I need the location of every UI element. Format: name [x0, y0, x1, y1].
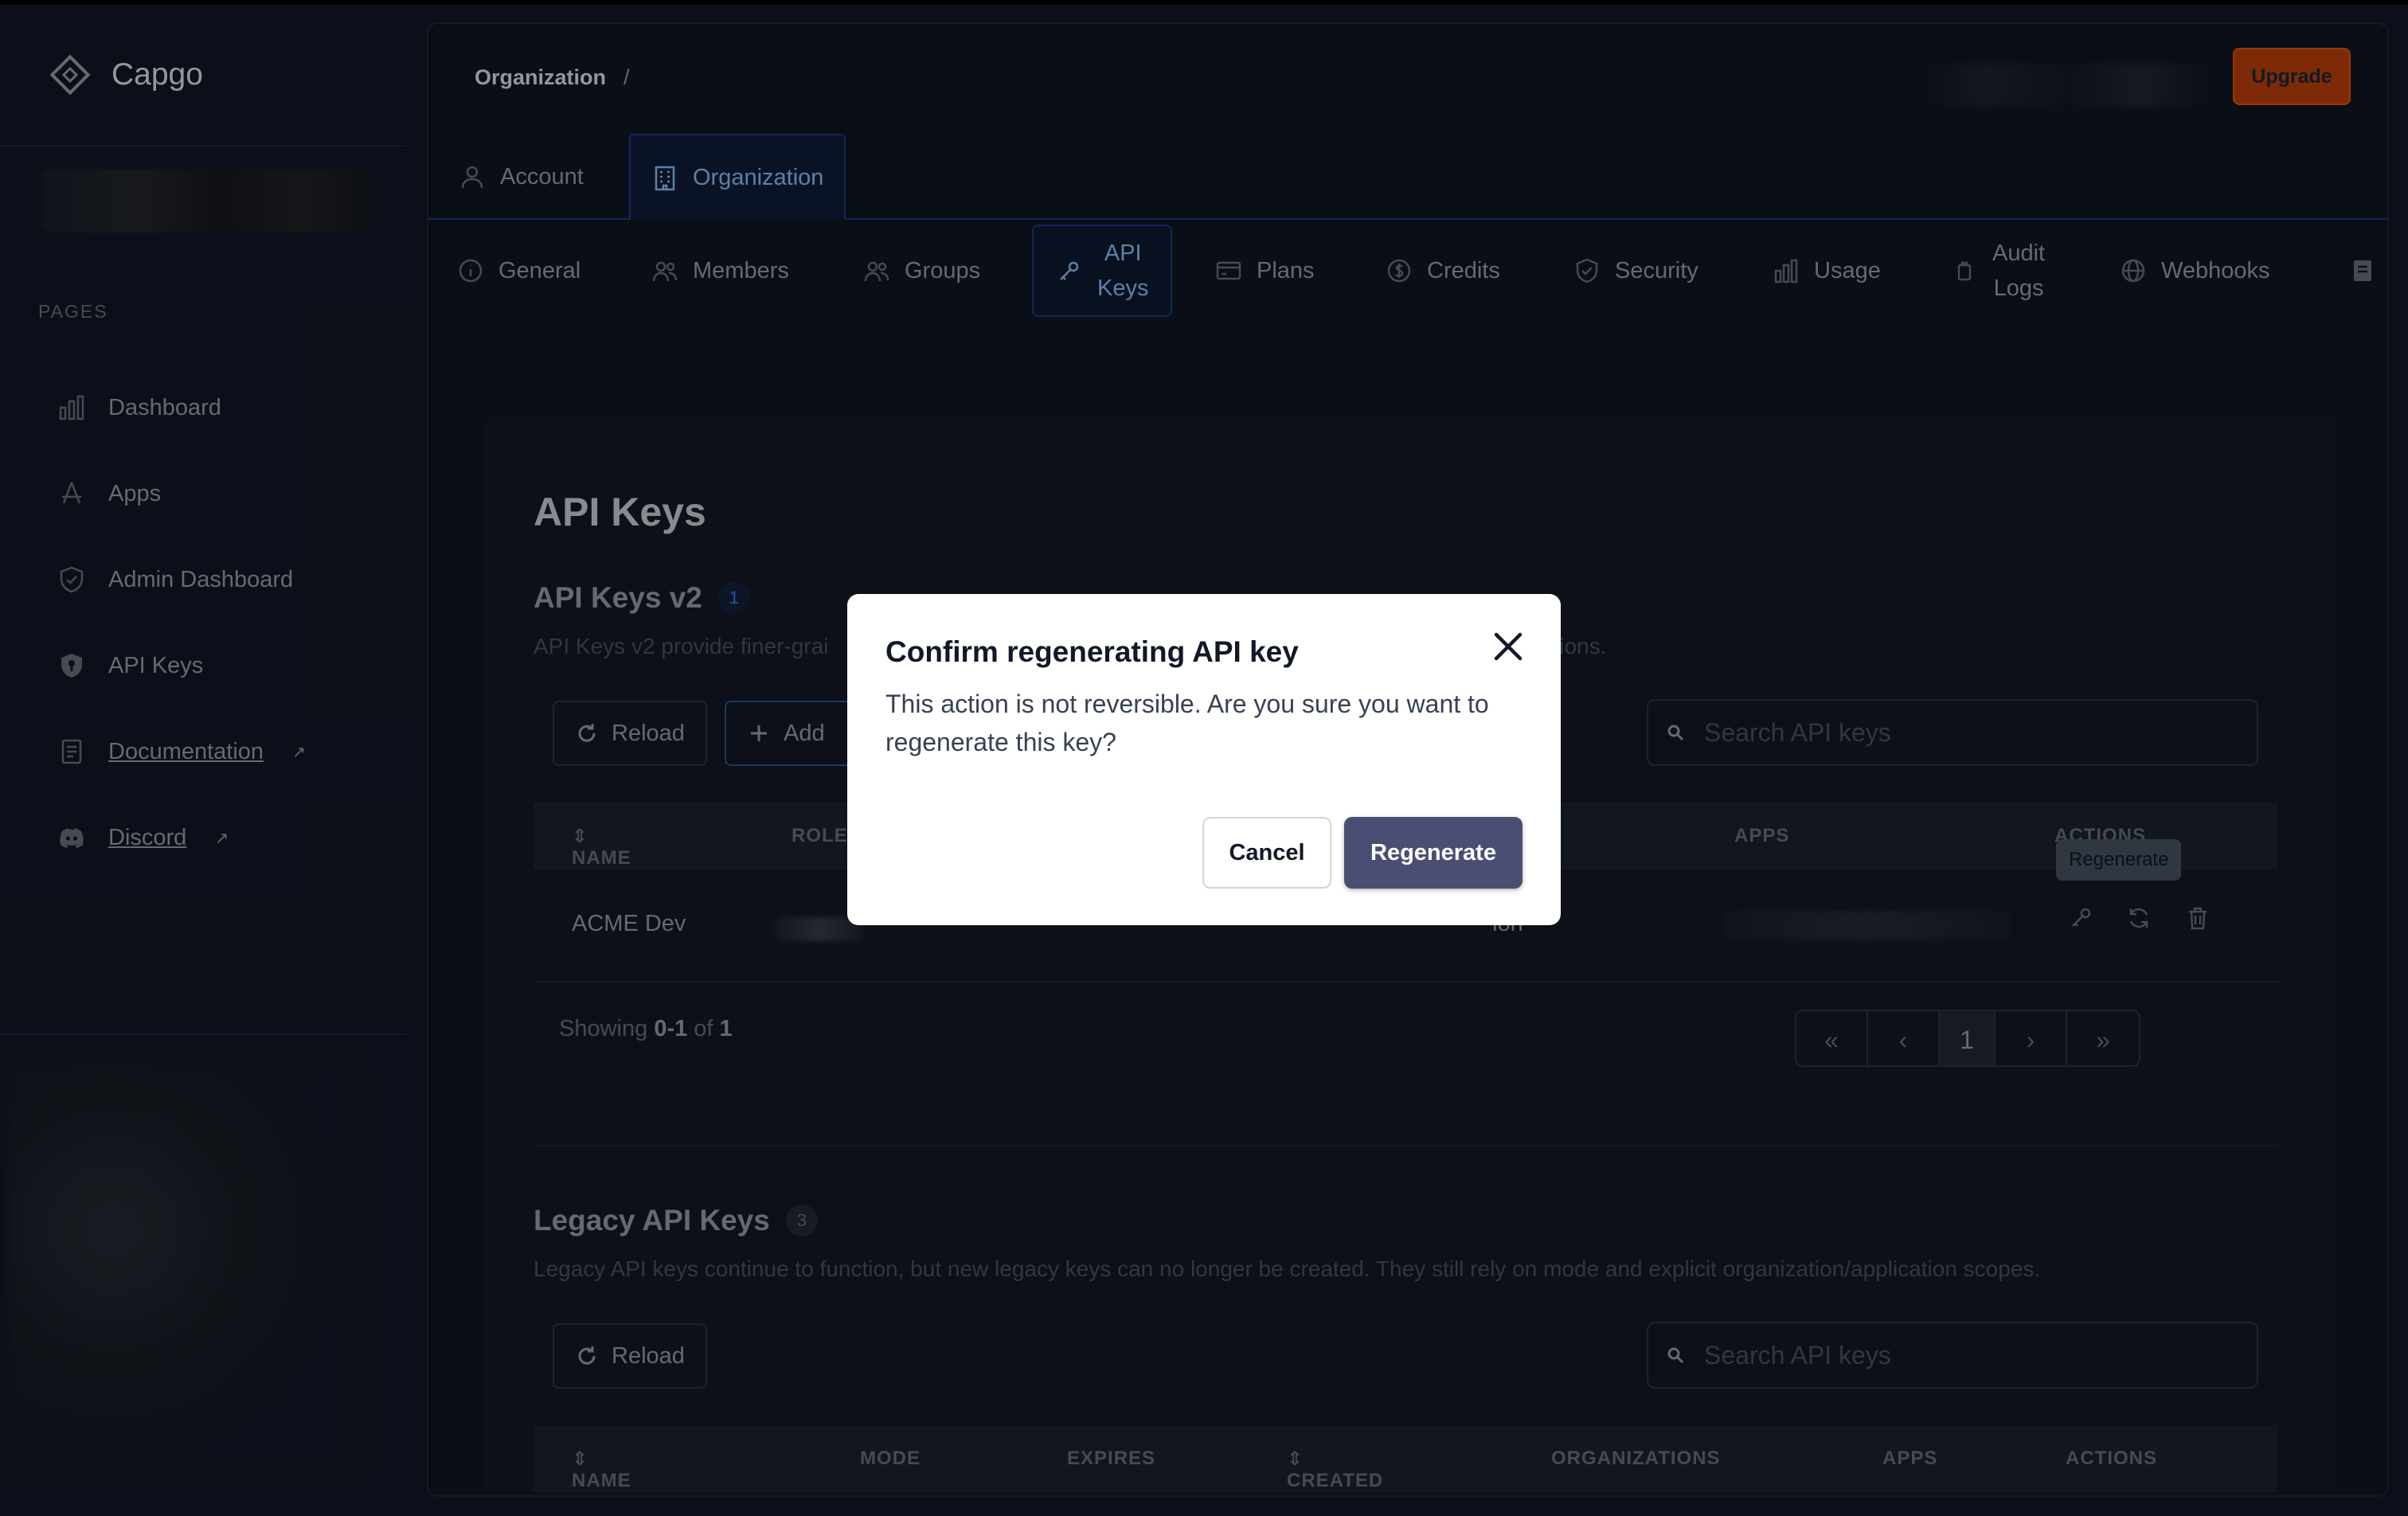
regenerate-button[interactable]: Regenerate	[1344, 817, 1523, 889]
dialog-message: This action is not reversible. Are you s…	[885, 690, 1489, 756]
dialog-title: Confirm regenerating API key	[885, 635, 1299, 668]
confirm-dialog: Confirm regenerating API key This action…	[847, 594, 1561, 925]
close-icon[interactable]	[1489, 627, 1527, 666]
cancel-button[interactable]: Cancel	[1202, 817, 1331, 889]
app-root: Capgo PAGES Dashboard Apps Admin Dashboa…	[0, 0, 2408, 1516]
